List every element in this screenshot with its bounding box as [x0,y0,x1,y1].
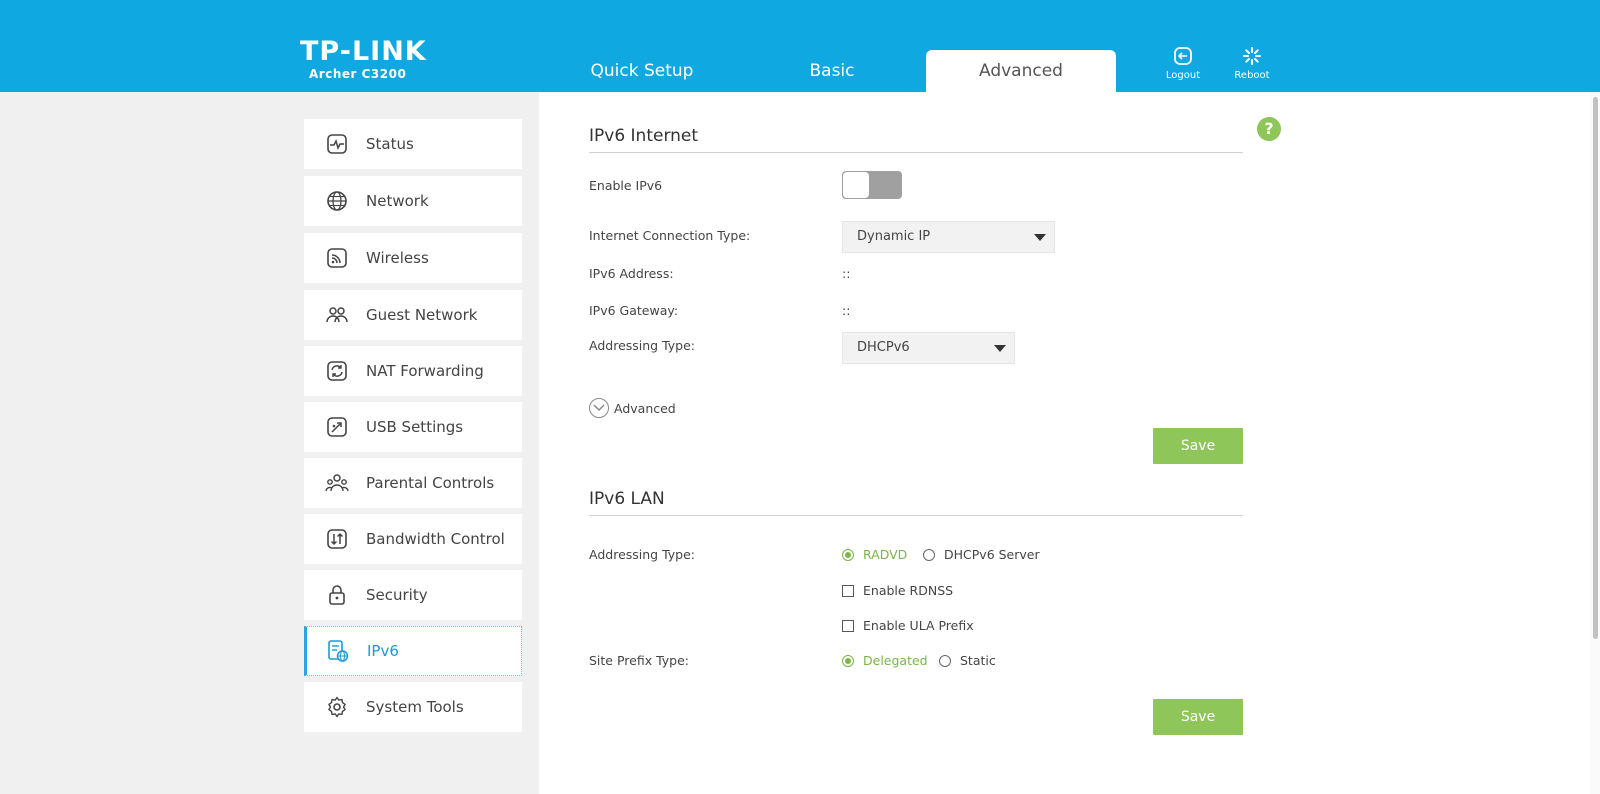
radio-selected-icon [842,548,854,561]
dropdown-arrow-icon [994,345,1006,352]
bandwidth-icon [325,527,349,551]
gear-icon [325,695,349,719]
sidebar-item-label: System Tools [366,698,464,716]
radio-radvd[interactable]: RADVD [842,547,907,562]
help-icon[interactable]: ? [1257,117,1281,141]
enable-rdnss-checkbox[interactable]: Enable RDNSS [842,583,953,598]
globe-icon [325,189,349,213]
sidebar-item-ipv6[interactable]: IPv6 [304,626,522,676]
scrollbar-thumb[interactable] [1593,97,1598,639]
sidebar-item-parental-controls[interactable]: Parental Controls [304,458,522,508]
sidebar: Status Network Wireless Guest Network NA… [0,92,539,794]
addressing-type-select[interactable]: DHCPv6 [842,332,1015,364]
sidebar-item-wireless[interactable]: Wireless [304,233,522,283]
connection-type-label: Internet Connection Type: [589,228,751,243]
sidebar-item-usb-settings[interactable]: USB Settings [304,402,522,452]
sidebar-item-label: USB Settings [366,418,464,436]
site-prefix-type-label: Site Prefix Type: [589,653,690,668]
radio-selected-icon [842,654,854,667]
sidebar-item-network[interactable]: Network [304,176,522,226]
sidebar-item-label: Status [366,135,414,153]
checkbox-unchecked-icon [842,584,854,597]
lan-addressing-type-label: Addressing Type: [589,547,696,562]
model-name: Archer C3200 [309,67,407,81]
radio-delegated[interactable]: Delegated [842,653,928,668]
ipv6-icon [326,639,350,663]
lock-icon [325,583,349,607]
sidebar-item-label: Network [366,192,429,210]
sidebar-item-label: Wireless [366,249,429,267]
section-divider [589,152,1243,153]
section-divider [589,515,1243,516]
reboot-label: Reboot [1234,70,1270,81]
wireless-icon [325,246,349,270]
radio-label: RADVD [863,547,908,562]
main-content: IPv6 Internet Enable IPv6 Internet Conne… [539,92,1600,794]
sidebar-item-label: Parental Controls [366,474,495,492]
usb-icon [325,415,349,439]
sidebar-item-security[interactable]: Security [304,570,522,620]
brand-logo: TP-LINK [300,36,427,67]
nat-forwarding-icon [325,359,349,383]
radio-unselected-icon [939,654,951,667]
enable-ipv6-toggle[interactable] [842,171,902,199]
guest-network-icon [325,303,349,327]
ipv6-lan-save-button[interactable]: Save [1153,699,1243,735]
radio-dhcpv6-server[interactable]: DHCPv6 Server [923,547,1040,562]
reboot-button[interactable]: Reboot [1227,46,1277,81]
sidebar-item-status[interactable]: Status [304,119,522,169]
ipv6-gateway-label: IPv6 Gateway: [589,303,679,318]
checkbox-label: Enable ULA Prefix [863,618,974,633]
advanced-label: Advanced [614,400,676,416]
sidebar-item-nat-forwarding[interactable]: NAT Forwarding [304,346,522,396]
enable-ipv6-label: Enable IPv6 [589,178,663,193]
logout-label: Logout [1165,70,1201,81]
advanced-expander[interactable]: Advanced [589,398,676,418]
radio-label: Static [960,653,996,668]
checkbox-label: Enable RDNSS [863,583,954,598]
ipv6-address-value: :: [842,266,851,281]
connection-type-value: Dynamic IP [857,229,931,244]
ipv6-internet-title: IPv6 Internet [589,126,699,146]
toggle-knob [843,172,869,198]
sidebar-item-label: Security [366,586,428,604]
tab-quick-setup[interactable]: Quick Setup [547,50,737,92]
enable-ula-prefix-checkbox[interactable]: Enable ULA Prefix [842,618,974,633]
sidebar-item-label: IPv6 [367,642,399,660]
radio-unselected-icon [923,548,935,561]
sidebar-item-guest-network[interactable]: Guest Network [304,290,522,340]
ipv6-lan-title: IPv6 LAN [589,489,665,509]
connection-type-select[interactable]: Dynamic IP [842,221,1055,253]
sidebar-item-bandwidth-control[interactable]: Bandwidth Control [304,514,522,564]
sidebar-item-label: Guest Network [366,306,478,324]
sidebar-item-label: Bandwidth Control [366,530,505,548]
logout-button[interactable]: Logout [1158,46,1208,81]
logout-icon [1174,47,1192,65]
ipv6-internet-save-button[interactable]: Save [1153,428,1243,464]
radio-label: DHCPv6 Server [944,547,1040,562]
reboot-icon [1243,47,1261,65]
tab-advanced[interactable]: Advanced [926,50,1116,92]
ipv6-address-label: IPv6 Address: [589,266,674,281]
ipv6-gateway-value: :: [842,303,851,318]
status-icon [325,132,349,156]
checkbox-unchecked-icon [842,619,854,632]
dropdown-arrow-icon [1034,234,1046,241]
radio-label: Delegated [863,653,928,668]
addressing-type-label: Addressing Type: [589,338,696,353]
chevron-down-icon [589,398,609,418]
addressing-type-value: DHCPv6 [857,340,910,355]
radio-static[interactable]: Static [939,653,996,668]
sidebar-item-system-tools[interactable]: System Tools [304,682,522,732]
sidebar-item-label: NAT Forwarding [366,362,484,380]
parental-controls-icon [325,471,349,495]
top-header: TP-LINK Archer C3200 Quick Setup Basic A… [0,0,1600,92]
tab-basic[interactable]: Basic [737,50,927,92]
